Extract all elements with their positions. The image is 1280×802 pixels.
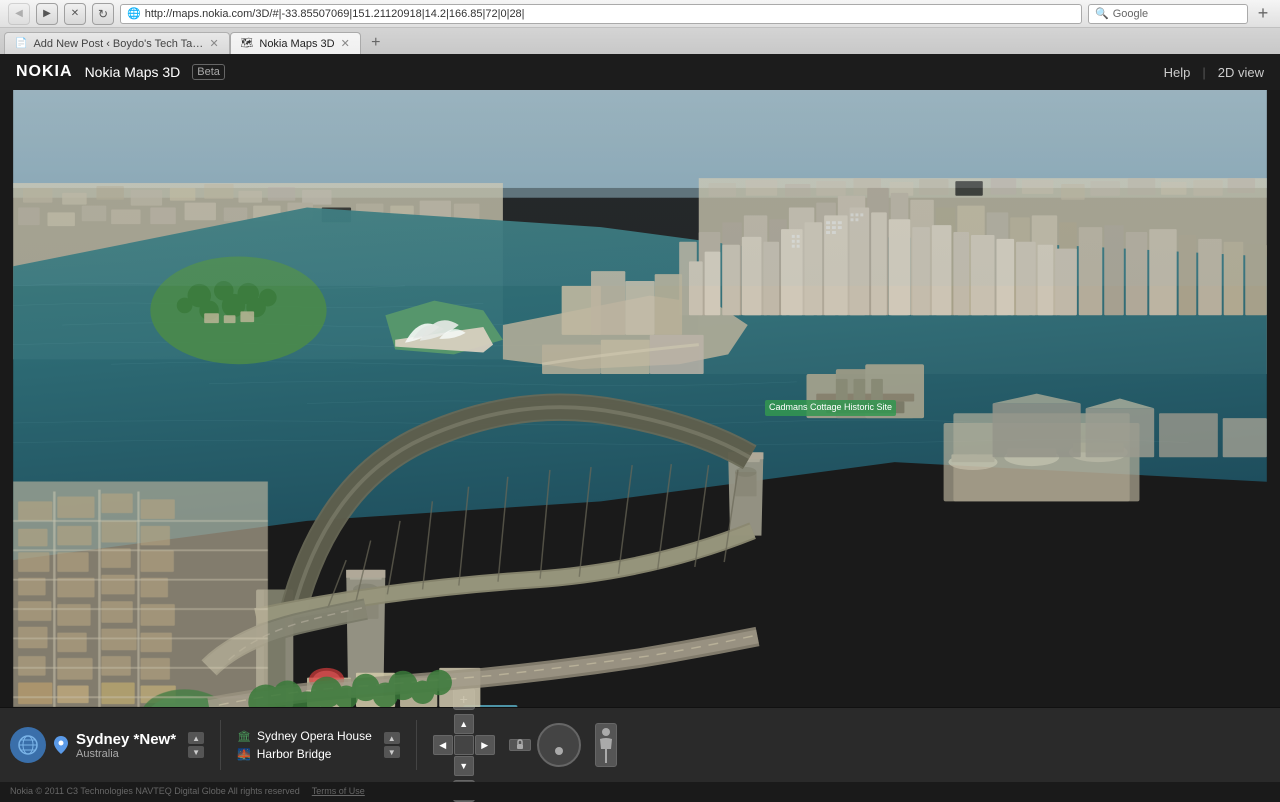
location-globe-icon [10,727,46,763]
search-bar[interactable]: 🔍 Google [1088,4,1248,24]
browser-titlebar: ◀ ▶ ✕ ↻ 🌐 http://maps.nokia.com/3D/#|-33… [0,0,1280,28]
tab1-label: Add New Post ‹ Boydo's Tech Tal... [33,38,203,50]
poi-label-2: Harbor Bridge [257,747,332,761]
url-text: http://maps.nokia.com/3D/#|-33.85507069|… [145,8,525,20]
poi-item-opera-house: 🏛 Sydney Opera House [237,729,372,743]
location-down-arrow[interactable]: ▼ [188,746,204,758]
street-view-button[interactable] [595,723,617,767]
map-3d-view[interactable] [0,90,1280,707]
globe-icon: 🌐 [127,7,141,20]
nav-up-button[interactable]: ▲ [454,714,474,734]
location-pin-icon [54,736,68,754]
address-bar[interactable]: 🌐 http://maps.nokia.com/3D/#|-33.8550706… [120,4,1082,24]
header-divider: | [1202,65,1205,80]
tilt-lock-group [509,739,531,751]
add-tab-icon-btn[interactable]: + [1254,5,1272,23]
poi-label-1: Sydney Opera House [257,729,372,743]
nav-center [454,735,474,755]
location-info: Sydney *New* Australia [76,731,176,760]
poi-icon-1: 🏛 [237,730,251,743]
bottom-divider-2 [416,720,417,770]
tab2-favicon: 🗺 [241,38,254,49]
poi-list: 🏛 Sydney Opera House 🌉 Harbor Bridge [237,729,372,761]
poi-up-arrow[interactable]: ▲ [384,732,400,744]
header-right: Help | 2D view [1164,65,1264,80]
bottom-bar: Sydney *New* Australia ▲ ▼ 🏛 Sydney Oper… [0,707,1280,782]
help-link[interactable]: Help [1164,65,1191,80]
back-button[interactable]: ◀ [8,3,30,25]
map-container[interactable]: Cadmans Cottage Historic Site [0,90,1280,707]
location-navigation-arrows: ▲ ▼ [188,732,204,758]
nav-left-button[interactable]: ◀ [433,735,453,755]
beta-badge: Beta [192,64,225,80]
terms-of-use-link[interactable]: Terms of Use [312,786,365,796]
nav-right-button[interactable]: ▶ [475,735,495,755]
poi-navigation-arrows: ▲ ▼ [384,732,400,758]
tab2-label: Nokia Maps 3D [259,38,334,50]
nav-down-button[interactable]: ▼ [454,756,474,776]
search-placeholder: Google [1113,8,1148,20]
poi-icon-2: 🌉 [237,748,251,761]
reload-button[interactable]: ↻ [92,3,114,25]
bottom-divider-1 [220,720,221,770]
tilt-lock-button[interactable] [509,739,531,751]
stop-button[interactable]: ✕ [64,3,86,25]
tab-boydo[interactable]: 📄 Add New Post ‹ Boydo's Tech Tal... ✕ [4,32,230,54]
compass-display[interactable] [537,723,581,767]
search-icon: 🔍 [1095,7,1109,20]
nokia-maps-app: NOKIA Nokia Maps 3D Beta Help | 2D view [0,54,1280,800]
poi-item-harbor-bridge: 🌉 Harbor Bridge [237,747,372,761]
nokia-logo: NOKIA [16,63,73,81]
browser-tabs-bar: 📄 Add New Post ‹ Boydo's Tech Tal... ✕ 🗺… [0,28,1280,54]
location-name: Sydney *New* [76,731,176,748]
tilt-rotation-controls [509,723,617,767]
nav-pad: ▲ ◀ ▶ ▼ [433,714,495,776]
copyright-text: Nokia © 2011 C3 Technologies NAVTEQ Digi… [10,786,300,796]
tab2-close[interactable]: ✕ [341,37,350,50]
tab1-close[interactable]: ✕ [209,37,218,50]
tab1-favicon: 📄 [15,38,27,49]
app-title: Nokia Maps 3D [85,64,181,80]
copyright-bar: Nokia © 2011 C3 Technologies NAVTEQ Digi… [0,782,1280,800]
nokia-header: NOKIA Nokia Maps 3D Beta Help | 2D view [0,54,1280,90]
tab-nokia-maps[interactable]: 🗺 Nokia Maps 3D ✕ [230,32,361,54]
forward-button[interactable]: ▶ [36,3,58,25]
poi-down-arrow[interactable]: ▼ [384,746,400,758]
browser-chrome: ◀ ▶ ✕ ↻ 🌐 http://maps.nokia.com/3D/#|-33… [0,0,1280,54]
view-2d-link[interactable]: 2D view [1218,65,1264,80]
new-tab-button[interactable]: + [365,32,387,54]
compass-indicator [555,747,563,755]
location-country: Australia [76,748,176,760]
location-up-arrow[interactable]: ▲ [188,732,204,744]
